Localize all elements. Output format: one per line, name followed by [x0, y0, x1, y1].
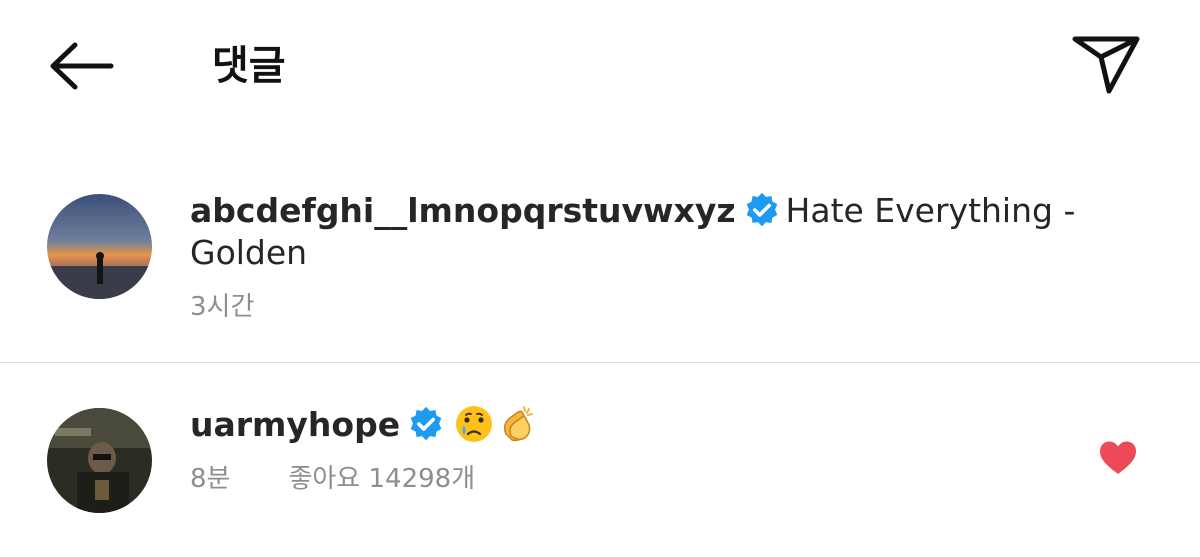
likes-count-link[interactable]: 좋아요 14298개 — [288, 464, 475, 494]
timestamp: 8분 — [190, 464, 231, 494]
heart-filled-icon — [1100, 441, 1136, 474]
comment-meta: 8분 좋아요 14298개 — [190, 462, 1090, 496]
verified-badge-icon — [410, 406, 442, 441]
clapping-hands-icon — [504, 406, 534, 442]
username-link[interactable]: uarmyhope — [190, 405, 400, 444]
comment-body: abcdefghi__lmnopqrstuvwxyz Hate Everythi… — [190, 190, 1090, 324]
username-link[interactable]: abcdefghi__lmnopqrstuvwxyz — [190, 191, 736, 230]
verified-badge-icon — [746, 192, 777, 227]
comment-text-line: abcdefghi__lmnopqrstuvwxyz Hate Everythi… — [190, 190, 1090, 274]
share-button[interactable] — [1066, 28, 1146, 100]
divider — [0, 362, 1200, 363]
top-bar: 댓글 — [0, 0, 1200, 130]
avatar[interactable] — [47, 194, 152, 299]
like-button[interactable] — [1096, 436, 1140, 480]
paper-plane-icon — [1072, 36, 1140, 94]
timestamp: 3시간 — [190, 292, 255, 322]
comment-body: uarmyhope 8분 좋아요 14298개 — [190, 404, 1090, 496]
back-button[interactable] — [40, 36, 120, 96]
comment-text-line: uarmyhope — [190, 404, 1090, 446]
page-title: 댓글 — [212, 43, 286, 89]
arrow-left-icon — [50, 42, 114, 90]
comment-meta: 3시간 — [190, 290, 1090, 324]
crying-face-icon — [456, 406, 493, 442]
avatar[interactable] — [47, 408, 152, 513]
